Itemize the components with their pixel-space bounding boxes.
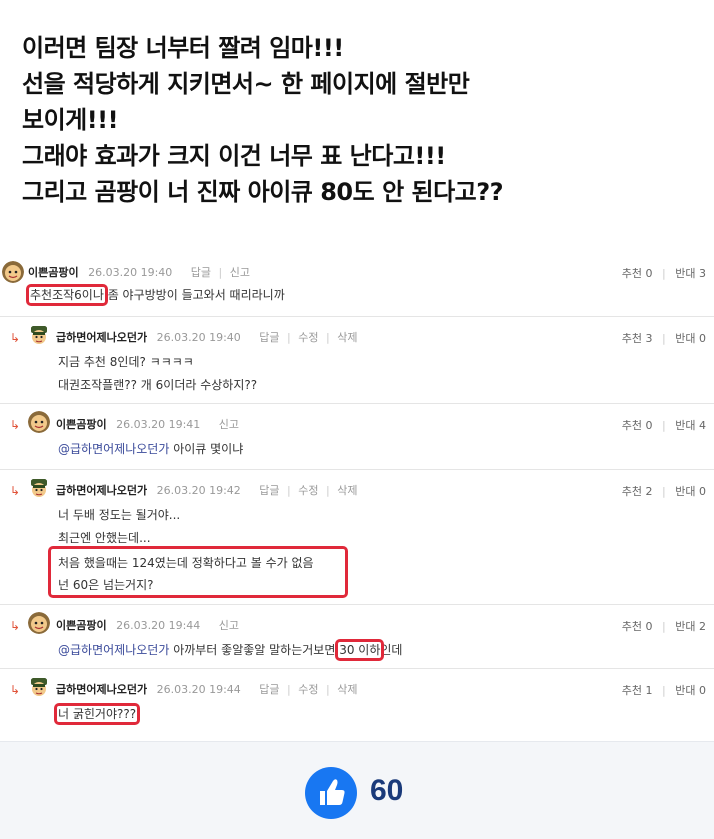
vote-counts: 추천 0 | 반대 3: [621, 267, 706, 280]
comment-text: 너 두배 정도는 될거야...: [58, 508, 181, 522]
downvote-button[interactable]: 반대 0: [675, 332, 706, 345]
downvote-button[interactable]: 반대 0: [675, 485, 706, 498]
like-bar: 60: [0, 741, 714, 839]
comment-text: 넌 60은 넘는거지?: [58, 578, 154, 592]
comment-body: @급하면어제나오던가 아까부터 좋알좋알 말하는거보면 30 이하인데: [58, 639, 403, 661]
downvote-button[interactable]: 반대 2: [675, 620, 706, 633]
avatar-soldier-icon[interactable]: [28, 676, 50, 698]
reply-item: ↳ 이쁜곰팡이 26.03.20 19:44 신고 추천 0 | 반대 2 @급…: [0, 605, 714, 669]
report-link[interactable]: 신고: [230, 266, 250, 279]
reply-item: ↳ 이쁜곰팡이 26.03.20 19:41 신고 추천 0 | 반대 4 @급…: [0, 404, 714, 470]
headline-line: 선을 적당하게 지키면서~ 한 페이지에 절반만: [22, 70, 470, 98]
comment-nickname[interactable]: 급하면어제나오던가: [56, 683, 147, 696]
report-link[interactable]: 신고: [219, 418, 239, 431]
reply-item: ↳ 급하면어제나오던가 26.03.20 19:42 답글 | 수정 | 삭제 …: [0, 470, 714, 605]
comment-datetime: 26.03.20 19:42: [156, 484, 241, 497]
vote-counts: 추천 0 | 반대 2: [621, 620, 706, 633]
comment-meta: 급하면어제나오던가 26.03.20 19:44 답글 | 수정 | 삭제: [56, 683, 358, 696]
reply-item: ↳ 급하면어제나오던가 26.03.20 19:44 답글 | 수정 | 삭제 …: [0, 669, 714, 730]
vote-counts: 추천 3 | 반대 0: [621, 332, 706, 345]
comment-text: 좀 야구방방이 들고와서 때리라니까: [103, 288, 285, 302]
avatar-mold-icon[interactable]: [28, 612, 50, 634]
thumbs-up-icon: [320, 779, 345, 805]
comment-nickname[interactable]: 이쁜곰팡이: [28, 266, 79, 279]
delete-link[interactable]: 삭제: [337, 331, 357, 344]
comment-body: 너 굵힌거야???: [53, 703, 141, 725]
avatar-soldier-icon[interactable]: [28, 324, 50, 346]
edit-link[interactable]: 수정: [298, 683, 318, 696]
vote-counts: 추천 2 | 반대 0: [621, 485, 706, 498]
vote-counts: 추천 1 | 반대 0: [621, 684, 706, 697]
comment-text: 대권조작플랜?? 개 6이더라 수상하지??: [58, 378, 258, 392]
reply-link[interactable]: 답글: [259, 484, 279, 497]
comment-meta: 급하면어제나오던가 26.03.20 19:40 답글 | 수정 | 삭제: [56, 331, 358, 344]
comment-nickname[interactable]: 급하면어제나오던가: [56, 331, 147, 344]
reply-arrow-icon: ↳: [10, 331, 21, 345]
upvote-button[interactable]: 추천 0: [622, 620, 653, 633]
delete-link[interactable]: 삭제: [337, 683, 357, 696]
reply-link[interactable]: 답글: [259, 331, 279, 344]
reply-link[interactable]: 답글: [259, 683, 279, 696]
reply-arrow-icon: ↳: [10, 619, 21, 633]
upvote-button[interactable]: 추천 2: [622, 485, 653, 498]
comment-text: 처음 했을때는 124였는데 정확하다고 볼 수가 없음: [58, 556, 314, 570]
comment-meta: 이쁜곰팡이 26.03.20 19:41 신고: [56, 416, 239, 432]
headline-line: 그래야 효과가 크지 이건 너무 표 난다고!!!: [22, 142, 446, 170]
downvote-button[interactable]: 반대 0: [675, 684, 706, 697]
comment-datetime: 26.03.20 19:40: [156, 331, 241, 344]
headline-line: 그리고 곰팡이 너 진짜 아이큐 80도 안 된다고??: [22, 178, 504, 206]
avatar-soldier-icon[interactable]: [28, 477, 50, 499]
avatar-mold-icon[interactable]: [28, 411, 50, 433]
mention-link[interactable]: @급하면어제나오던가: [58, 643, 169, 657]
comment-text: 최근엔 안했는데...: [58, 531, 151, 545]
comment-meta: 급하면어제나오던가 26.03.20 19:42 답글 | 수정 | 삭제: [56, 484, 358, 497]
comment-meta: 이쁜곰팡이 26.03.20 19:40 답글 | 신고: [28, 266, 251, 279]
headline-line: 이러면 팀장 너부터 짤려 임마!!!: [22, 34, 344, 62]
comment-body: 추천조작6이나 좀 야구방방이 들고와서 때리라니까: [26, 284, 285, 306]
comment-nickname[interactable]: 이쁜곰팡이: [56, 619, 107, 632]
avatar-mold-icon[interactable]: [2, 261, 24, 283]
vote-counts: 추천 0 | 반대 4: [621, 419, 706, 432]
comment-text: 아이큐 몇이냐: [169, 442, 244, 456]
upvote-button[interactable]: 추천 1: [622, 684, 653, 697]
upvote-button[interactable]: 추천 3: [622, 332, 653, 345]
like-count: 60: [370, 774, 404, 807]
like-button[interactable]: [305, 767, 357, 819]
upvote-button[interactable]: 추천 0: [622, 419, 653, 432]
headline-caption: 이러면 팀장 너부터 짤려 임마!!! 선을 적당하게 지키면서~ 한 페이지에…: [22, 30, 702, 210]
report-link[interactable]: 신고: [219, 619, 239, 632]
comment-datetime: 26.03.20 19:41: [116, 418, 201, 431]
upvote-button[interactable]: 추천 0: [622, 267, 653, 280]
page: 이러면 팀장 너부터 짤려 임마!!! 선을 적당하게 지키면서~ 한 페이지에…: [0, 0, 714, 839]
reply-arrow-icon: ↳: [10, 484, 21, 498]
downvote-button[interactable]: 반대 3: [675, 267, 706, 280]
reply-item: ↳ 급하면어제나오던가 26.03.20 19:40 답글 | 수정 | 삭제 …: [0, 317, 714, 404]
comment-item: 이쁜곰팡이 26.03.20 19:40 답글 | 신고 추천 0 | 반대 3…: [0, 256, 714, 317]
highlighted-text: 너 굵힌거야???: [53, 703, 141, 725]
edit-link[interactable]: 수정: [298, 484, 318, 497]
highlighted-text: 추천조작6이나: [26, 284, 108, 306]
comment-text: 지금 추천 8인데? ㅋㅋㅋㅋ: [58, 355, 194, 369]
mention-link[interactable]: @급하면어제나오던가: [58, 442, 169, 456]
comment-meta: 이쁜곰팡이 26.03.20 19:44 신고: [56, 617, 239, 633]
highlighted-text: 30 이하: [335, 639, 385, 661]
comment-nickname[interactable]: 급하면어제나오던가: [56, 484, 147, 497]
reply-link[interactable]: 답글: [191, 266, 211, 279]
comment-list: 이쁜곰팡이 26.03.20 19:40 답글 | 신고 추천 0 | 반대 3…: [0, 256, 714, 730]
comment-datetime: 26.03.20 19:40: [88, 266, 173, 279]
comment-datetime: 26.03.20 19:44: [156, 683, 241, 696]
headline-line: 보이게!!!: [22, 106, 119, 134]
downvote-button[interactable]: 반대 4: [675, 419, 706, 432]
reply-arrow-icon: ↳: [10, 683, 21, 697]
reply-arrow-icon: ↳: [10, 418, 21, 432]
comment-text: 인데: [380, 643, 403, 657]
comment-nickname[interactable]: 이쁜곰팡이: [56, 418, 107, 431]
delete-link[interactable]: 삭제: [337, 484, 357, 497]
comment-datetime: 26.03.20 19:44: [116, 619, 201, 632]
edit-link[interactable]: 수정: [298, 331, 318, 344]
comment-text: 아까부터 좋알좋알 말하는거보면: [169, 643, 340, 657]
comment-body: @급하면어제나오던가 아이큐 몇이냐: [58, 440, 243, 457]
